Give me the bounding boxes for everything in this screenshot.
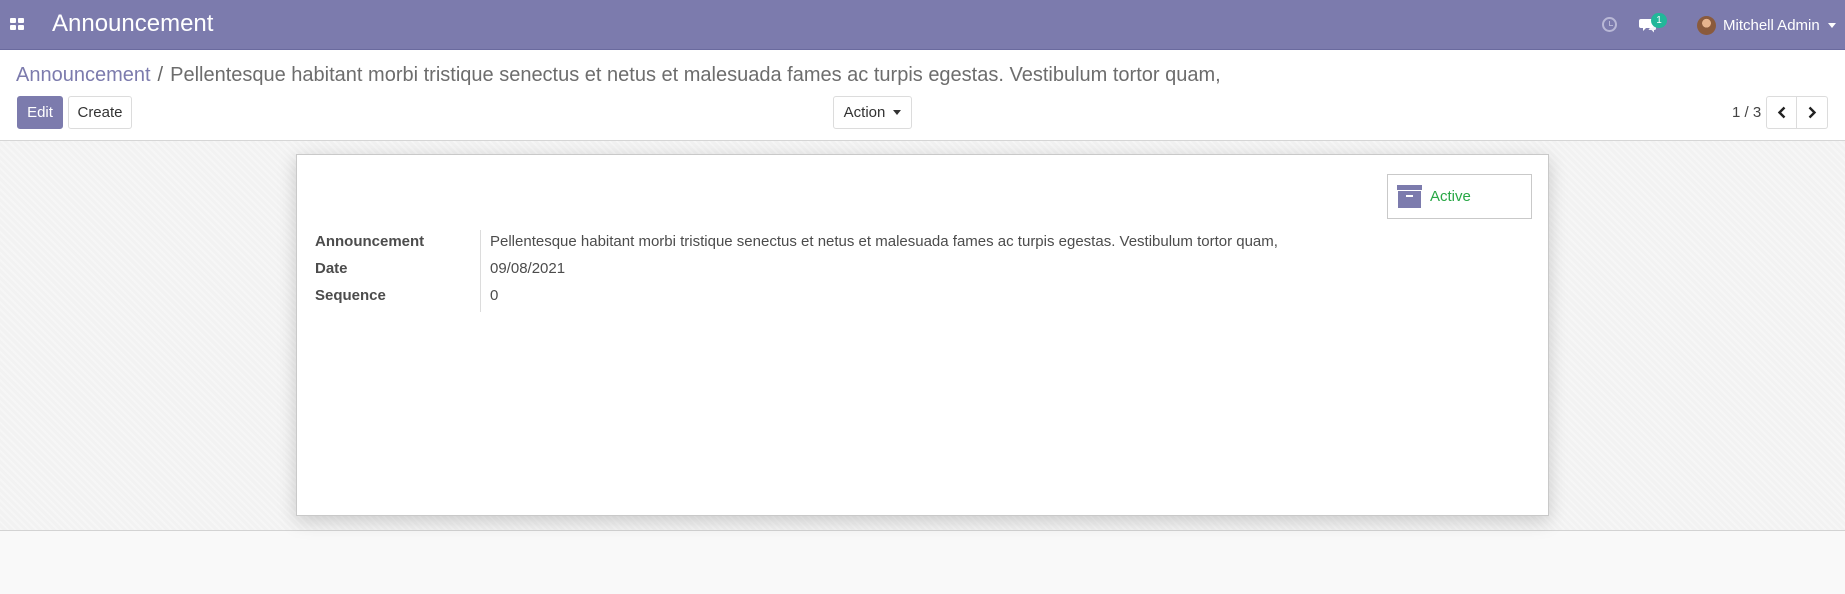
breadcrumb-current: Pellentesque habitant morbi tristique se… (170, 64, 1221, 86)
pager-previous-button[interactable] (1766, 96, 1797, 129)
field-value-announcement: Pellentesque habitant morbi tristique se… (490, 233, 1278, 250)
active-toggle-button[interactable]: Active (1387, 174, 1532, 219)
action-label: Action (843, 104, 886, 121)
create-button[interactable]: Create (68, 96, 132, 129)
field-label: Date (315, 260, 348, 277)
form-view-background: Active Announcement Pellentesque habitan… (0, 141, 1845, 531)
control-panel: Announcement / Pellentesque habitant morbi… (0, 50, 1845, 141)
message-count-badge: 1 (1651, 13, 1667, 28)
field-value-date: 09/08/2021 (490, 260, 566, 277)
apps-menu-icon[interactable] (10, 18, 24, 30)
user-name: Mitchell Admin (1723, 16, 1820, 34)
chevron-right-icon (1808, 106, 1817, 119)
archive-icon (1397, 184, 1422, 209)
app-title[interactable]: Announcement (52, 10, 213, 38)
breadcrumb: Announcement / Pellentesque habitant morbi… (16, 64, 1221, 87)
caret-down-icon (1827, 22, 1836, 28)
breadcrumb-separator: / (157, 64, 164, 86)
field-label: Sequence (315, 287, 386, 304)
field-divider (480, 230, 481, 312)
activity-clock-icon[interactable] (1602, 17, 1617, 32)
edit-button[interactable]: Edit (17, 96, 63, 129)
top-navbar: Announcement 1 Mitchell Admin (0, 0, 1845, 50)
field-label: Announcement (315, 233, 425, 250)
caret-down-icon (893, 110, 902, 115)
breadcrumb-parent-link[interactable]: Announcement (16, 64, 151, 86)
action-dropdown-button[interactable]: Action (833, 96, 912, 129)
active-status-label: Active (1430, 188, 1471, 205)
pager-next-button[interactable] (1797, 96, 1828, 129)
chevron-left-icon (1777, 106, 1785, 119)
pager-value[interactable]: 1 / 3 (1732, 104, 1761, 121)
user-menu[interactable]: Mitchell Admin (1697, 13, 1836, 37)
field-value-sequence: 0 (490, 287, 499, 304)
form-sheet: Active Announcement Pellentesque habitan… (296, 154, 1549, 516)
user-avatar (1697, 15, 1716, 35)
